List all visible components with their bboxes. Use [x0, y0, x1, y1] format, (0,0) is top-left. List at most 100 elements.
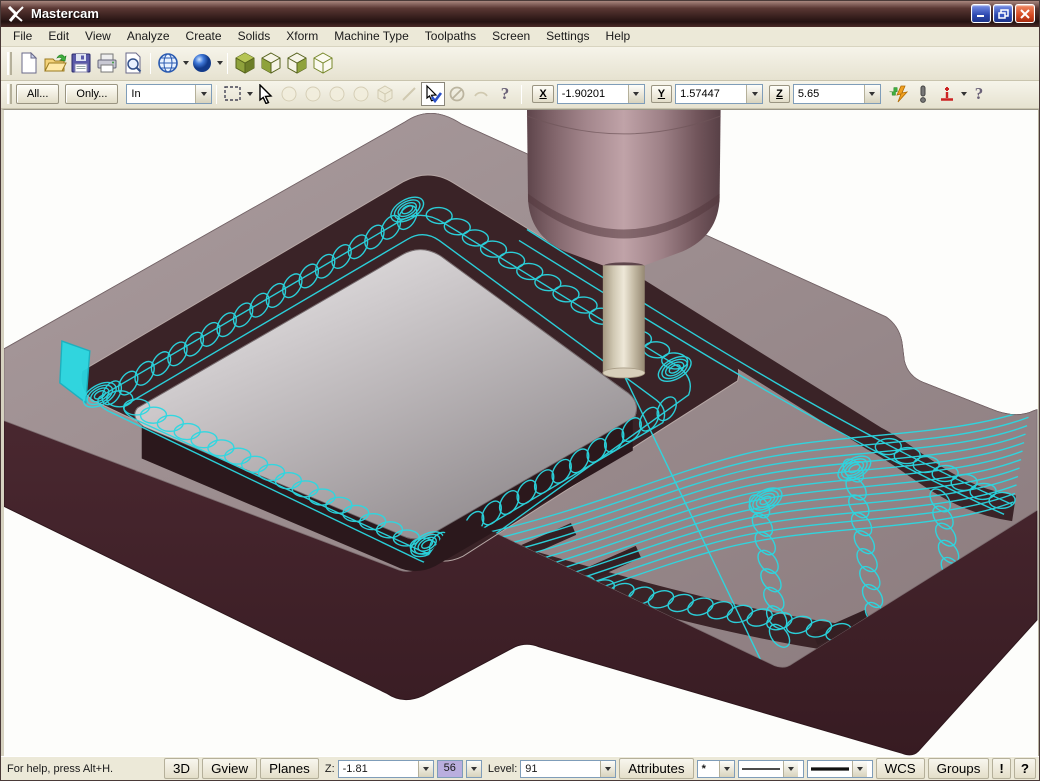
- print-icon[interactable]: [94, 50, 120, 76]
- select-all-button[interactable]: All...: [16, 84, 60, 105]
- solid-ghost-icon: [373, 82, 397, 106]
- window-title: Mastercam: [31, 6, 99, 22]
- status-z-combo[interactable]: -1.81: [337, 759, 434, 778]
- menu-xform[interactable]: Xform: [278, 27, 326, 45]
- toolbar-grip[interactable]: [7, 84, 12, 105]
- pointer-cursor-icon[interactable]: [253, 82, 277, 106]
- menu-analyze[interactable]: Analyze: [119, 27, 178, 45]
- entity-ghost-3-icon: [325, 82, 349, 106]
- clear-selection-null-icon: [445, 82, 469, 106]
- line-style-icon: [741, 767, 780, 770]
- status-level-dropdown[interactable]: [600, 760, 616, 777]
- select-only-button[interactable]: Only...: [65, 84, 119, 105]
- status-point-style-dropdown[interactable]: [718, 760, 734, 777]
- menu-view[interactable]: View: [77, 27, 119, 45]
- z-depth-point-icon[interactable]: [935, 82, 959, 106]
- window-select-icon[interactable]: [221, 82, 245, 106]
- view-cube-left-icon[interactable]: [258, 50, 284, 76]
- tool-shank: [602, 265, 645, 373]
- svg-text:?: ?: [501, 84, 510, 103]
- gview-globe-icon[interactable]: [155, 50, 181, 76]
- x-coord-value: -1.90201: [561, 88, 606, 101]
- status-level-value: 91: [525, 762, 538, 775]
- shading-dropdown-caret[interactable]: [217, 61, 223, 66]
- machining-viewport[interactable]: [4, 109, 1038, 756]
- mastercam-x-logo: [7, 5, 24, 22]
- status-groups-button[interactable]: Groups: [927, 758, 990, 780]
- status-color-caret[interactable]: [466, 760, 481, 777]
- coords-help-icon[interactable]: ?: [967, 82, 991, 106]
- z-coord-value: 5.65: [797, 88, 820, 101]
- status-color-dropdown[interactable]: [465, 759, 482, 778]
- restore-button[interactable]: [993, 4, 1013, 24]
- menu-create[interactable]: Create: [178, 27, 230, 45]
- status-level-label: Level:: [487, 762, 518, 775]
- y-coord-button[interactable]: Y: [650, 85, 673, 104]
- status-line-width-dropdown[interactable]: [851, 760, 867, 777]
- fastpoint-exclaim-icon[interactable]: [911, 82, 935, 106]
- status-line-width-combo[interactable]: [806, 759, 873, 778]
- status-z-dropdown[interactable]: [417, 760, 433, 777]
- svg-text:?: ?: [975, 84, 984, 103]
- x-coord-combo[interactable]: -1.90201: [556, 84, 645, 105]
- menu-help[interactable]: Help: [598, 27, 639, 45]
- status-color-chip[interactable]: 56: [436, 759, 463, 778]
- status-warn-button[interactable]: !: [992, 758, 1011, 780]
- y-coord-dropdown[interactable]: [746, 85, 763, 104]
- view-cube-shaded-icon[interactable]: [232, 50, 258, 76]
- open-file-icon[interactable]: [42, 50, 68, 76]
- status-line-style-dropdown[interactable]: [782, 760, 798, 777]
- toolbar-grip[interactable]: [7, 51, 12, 75]
- in-filter-combo[interactable]: In: [126, 84, 213, 105]
- close-button[interactable]: [1015, 4, 1035, 24]
- y-coord-combo[interactable]: 1.57447: [675, 84, 764, 105]
- status-level-combo[interactable]: 91: [520, 759, 617, 778]
- minimize-button[interactable]: [971, 4, 991, 24]
- selection-help-icon[interactable]: ?: [493, 82, 517, 106]
- toolbar-separator: [150, 52, 151, 75]
- menu-bar: File Edit View Analyze Create Solids Xfo…: [1, 26, 1039, 47]
- x-coord-dropdown[interactable]: [627, 85, 644, 104]
- z-coord-combo[interactable]: 5.65: [792, 84, 881, 105]
- shading-sphere-icon[interactable]: [189, 50, 215, 76]
- stock-part: [4, 112, 1038, 756]
- graphics-viewport[interactable]: [1, 108, 1039, 757]
- menu-edit[interactable]: Edit: [40, 27, 77, 45]
- status-z-value: -1.81: [342, 762, 368, 775]
- save-file-icon[interactable]: [68, 50, 94, 76]
- status-help-button[interactable]: ?: [1013, 758, 1036, 780]
- selection-toolbar: All... Only... In ? X -1.90201 Y 1.57447: [1, 80, 1039, 109]
- mastercam-window: Mastercam File Edit View Analyze Create …: [0, 0, 1040, 781]
- status-attributes-button[interactable]: Attributes: [619, 758, 694, 780]
- new-file-icon[interactable]: [16, 50, 42, 76]
- status-point-style-combo[interactable]: *: [696, 759, 735, 778]
- z-coord-button[interactable]: Z: [769, 85, 790, 104]
- partial-ghost-icon: [469, 82, 493, 106]
- status-planes-button[interactable]: Planes: [260, 758, 319, 780]
- menu-toolpaths[interactable]: Toolpaths: [417, 27, 484, 45]
- toolbar-separator: [521, 84, 523, 104]
- menu-screen[interactable]: Screen: [484, 27, 538, 45]
- entity-ghost-2-icon: [301, 82, 325, 106]
- status-wcs-button[interactable]: WCS: [875, 758, 925, 780]
- menu-machine-type[interactable]: Machine Type: [326, 27, 417, 45]
- status-gview-button[interactable]: Gview: [202, 758, 258, 780]
- view-cube-right-icon[interactable]: [284, 50, 310, 76]
- in-filter-dropdown[interactable]: [195, 85, 212, 104]
- end-selection-check-icon[interactable]: [421, 82, 446, 107]
- toolbar-separator: [216, 84, 218, 104]
- menu-solids[interactable]: Solids: [230, 27, 279, 45]
- menu-settings[interactable]: Settings: [538, 27, 597, 45]
- status-3d-button[interactable]: 3D: [164, 758, 200, 780]
- z-coord-dropdown[interactable]: [863, 85, 880, 104]
- view-cube-wireframe-icon[interactable]: [310, 50, 336, 76]
- print-preview-icon[interactable]: [120, 50, 146, 76]
- file-toolbar: [1, 46, 1039, 81]
- x-coord-button[interactable]: X: [532, 85, 554, 104]
- title-bar: Mastercam: [1, 1, 1039, 27]
- tool-tip: [602, 367, 646, 379]
- edge-ghost-icon: [397, 82, 421, 106]
- autocursor-icon[interactable]: [887, 82, 911, 106]
- menu-file[interactable]: File: [5, 27, 40, 45]
- status-line-style-combo[interactable]: [737, 759, 804, 778]
